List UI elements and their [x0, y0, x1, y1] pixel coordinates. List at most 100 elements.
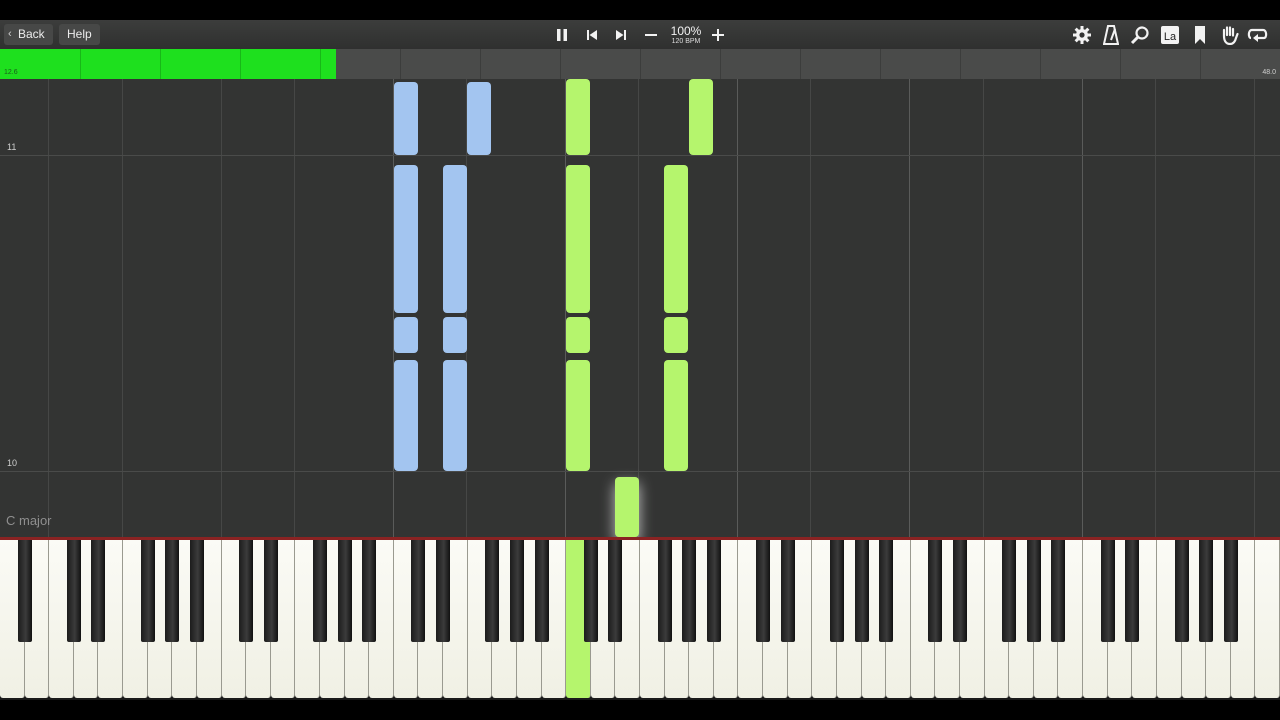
back-button[interactable]: ‹ Back	[4, 24, 53, 45]
black-key-csharp5[interactable]	[756, 540, 771, 642]
note-bar	[566, 79, 590, 155]
black-key-fsharp6[interactable]	[1002, 540, 1017, 642]
song-progress-bar[interactable]: 12.6 48.0	[0, 49, 1280, 79]
black-key-gsharp3[interactable]	[509, 540, 524, 642]
progress-tick	[160, 49, 161, 79]
svg-text:La: La	[1164, 31, 1177, 43]
metronome-button[interactable]	[1100, 23, 1122, 46]
help-button-label: Help	[67, 27, 92, 41]
grid-line	[638, 79, 639, 537]
progress-tick	[560, 49, 561, 79]
toolbar: ‹ Back Help 100% 120 BPM La	[0, 20, 1280, 49]
note-bar	[443, 360, 467, 471]
settings-button[interactable]	[1071, 23, 1093, 46]
note-bar	[689, 79, 713, 155]
note-label-icon: La	[1161, 25, 1179, 44]
hand-button[interactable]	[1218, 23, 1240, 46]
note-bar	[394, 165, 418, 313]
black-key-asharp4[interactable]	[706, 540, 721, 642]
progress-tick	[480, 49, 481, 79]
grid-line	[737, 79, 738, 537]
progress-tick	[400, 49, 401, 79]
help-button[interactable]: Help	[59, 24, 100, 45]
black-key-csharp2[interactable]	[239, 540, 254, 642]
black-key-gsharp7[interactable]	[1199, 540, 1214, 642]
black-key-csharp1[interactable]	[66, 540, 81, 642]
skip-forward-button[interactable]	[610, 23, 632, 46]
black-key-dsharp3[interactable]	[436, 540, 451, 642]
black-key-fsharp4[interactable]	[657, 540, 672, 642]
black-key-dsharp6[interactable]	[953, 540, 967, 642]
pause-button[interactable]	[551, 23, 573, 46]
black-key-dsharp1[interactable]	[91, 540, 106, 642]
black-key-fsharp5[interactable]	[829, 540, 844, 642]
zoom-in-button[interactable]	[707, 23, 729, 46]
grid-line	[122, 79, 123, 537]
skip-back-icon	[587, 29, 597, 40]
black-key-csharp3[interactable]	[411, 540, 426, 642]
note-bar	[664, 165, 688, 313]
search-button[interactable]	[1129, 23, 1151, 46]
grid-line	[909, 79, 910, 537]
black-key-asharp0[interactable]	[17, 540, 32, 642]
progress-tick	[800, 49, 801, 79]
grid-line	[1082, 79, 1083, 537]
black-key-fsharp3[interactable]	[485, 540, 500, 642]
loop-button[interactable]	[1247, 23, 1269, 46]
note-bar	[394, 360, 418, 471]
settings-gear-icon	[1073, 25, 1091, 44]
black-key-fsharp2[interactable]	[313, 540, 327, 642]
zoom-out-icon	[645, 33, 657, 36]
note-bar	[394, 82, 418, 155]
piano-roll: 11 10 C major	[0, 79, 1280, 537]
search-icon	[1130, 25, 1149, 44]
black-key-gsharp5[interactable]	[854, 540, 869, 642]
key-signature: C major	[6, 513, 52, 528]
skip-forward-icon	[616, 29, 626, 40]
progress-tick	[80, 49, 81, 79]
tempo-readout: 120 BPM	[671, 38, 701, 45]
total-length: 48.0	[1262, 69, 1276, 76]
grid-line	[1155, 79, 1156, 537]
black-key-csharp7[interactable]	[1100, 540, 1115, 642]
progress-tick	[960, 49, 961, 79]
black-key-dsharp2[interactable]	[263, 540, 278, 642]
black-key-asharp1[interactable]	[189, 540, 204, 642]
progress-tick	[720, 49, 721, 79]
black-key-fsharp1[interactable]	[140, 540, 155, 642]
black-key-asharp7[interactable]	[1223, 540, 1238, 642]
metronome-icon	[1103, 24, 1119, 45]
note-bar	[467, 82, 491, 155]
black-key-asharp6[interactable]	[1051, 540, 1066, 642]
black-key-dsharp5[interactable]	[780, 540, 795, 642]
note-bar	[443, 165, 467, 313]
black-key-csharp4[interactable]	[583, 540, 598, 642]
black-key-gsharp6[interactable]	[1026, 540, 1041, 642]
chevron-left-icon: ‹	[8, 28, 12, 40]
black-key-asharp2[interactable]	[362, 540, 377, 642]
bottom-letterbox	[0, 700, 1280, 720]
progress-tick	[1120, 49, 1121, 79]
black-key-dsharp7[interactable]	[1125, 540, 1140, 642]
black-key-gsharp1[interactable]	[165, 540, 180, 642]
black-key-dsharp4[interactable]	[608, 540, 623, 642]
progress-tick	[1200, 49, 1201, 79]
note-labels-button[interactable]: La	[1159, 23, 1181, 46]
black-key-asharp3[interactable]	[534, 540, 549, 642]
black-key-gsharp2[interactable]	[337, 540, 352, 642]
grid-line	[1254, 79, 1255, 537]
black-key-gsharp4[interactable]	[682, 540, 697, 642]
black-key-csharp6[interactable]	[928, 540, 943, 642]
zoom-out-button[interactable]	[640, 23, 662, 46]
bookmark-button[interactable]	[1189, 23, 1211, 46]
hand-icon	[1222, 25, 1239, 45]
black-key-asharp5[interactable]	[879, 540, 894, 642]
progress-tick	[880, 49, 881, 79]
piano-keyboard[interactable]	[0, 537, 1280, 700]
note-bar	[566, 317, 590, 353]
measure-line	[0, 155, 1280, 156]
skip-back-button[interactable]	[581, 23, 603, 46]
black-key-fsharp7[interactable]	[1174, 540, 1189, 642]
white-key-c8[interactable]	[1255, 540, 1280, 698]
zoom-level: 100%	[670, 24, 702, 38]
